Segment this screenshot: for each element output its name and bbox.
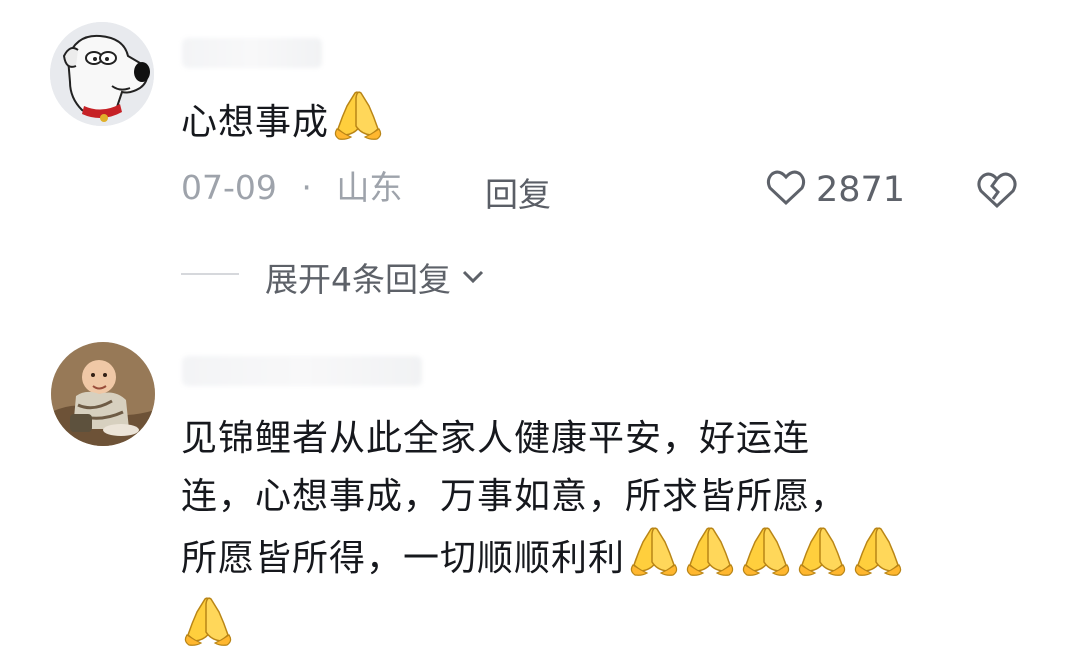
comment-line: 所愿皆所得，一切顺顺利利 <box>181 538 626 579</box>
comment-line-emoji-only <box>181 596 1031 647</box>
comment-line: 连，心想事成，万事如意，所求皆所愿， <box>181 476 848 517</box>
folded-hands-emoji <box>181 596 235 647</box>
comment-line: 见锦鲤者从此全家人健康平安，好运连 <box>181 418 811 459</box>
comment-location: 山东 <box>336 168 403 207</box>
expand-replies-button[interactable]: 展开4条回复 <box>265 253 487 301</box>
comment-line-with-emoji: 所愿皆所得，一切顺顺利利 <box>181 526 1031 596</box>
comment-list: 心想事成 07-09 · 山东 回复 2871 展开4条回复 见锦鲤者从此全家人… <box>0 0 1076 647</box>
comment-text-content: 心想事成 <box>181 102 330 143</box>
like-button[interactable]: 2871 <box>764 166 905 214</box>
username[interactable] <box>182 356 422 386</box>
meta-separator: · <box>301 168 312 207</box>
chevron-down-icon <box>459 258 487 297</box>
folded-hands-emoji <box>331 90 385 160</box>
comment-text: 心想事成 <box>181 90 385 148</box>
broken-heart-icon <box>974 172 1020 216</box>
dislike-button[interactable] <box>974 168 1020 216</box>
divider <box>181 273 239 275</box>
comment-meta: 07-09 · 山东 <box>181 168 402 208</box>
avatar[interactable] <box>50 22 154 126</box>
username[interactable] <box>182 38 322 68</box>
reply-button[interactable]: 回复 <box>485 168 551 216</box>
folded-hands-emoji <box>627 526 681 596</box>
comment-text: 见锦鲤者从此全家人健康平安，好运连 连，心想事成，万事如意，所求皆所愿， 所愿皆… <box>181 410 1031 647</box>
folded-hands-emoji <box>683 526 737 596</box>
expand-replies-label: 展开4条回复 <box>265 260 451 299</box>
like-count: 2871 <box>816 170 906 210</box>
folded-hands-emoji <box>851 526 905 596</box>
comment-date: 07-09 <box>181 168 277 207</box>
folded-hands-emoji <box>795 526 849 596</box>
avatar[interactable] <box>51 342 155 446</box>
heart-outline-icon <box>764 166 808 214</box>
folded-hands-emoji <box>739 526 793 596</box>
